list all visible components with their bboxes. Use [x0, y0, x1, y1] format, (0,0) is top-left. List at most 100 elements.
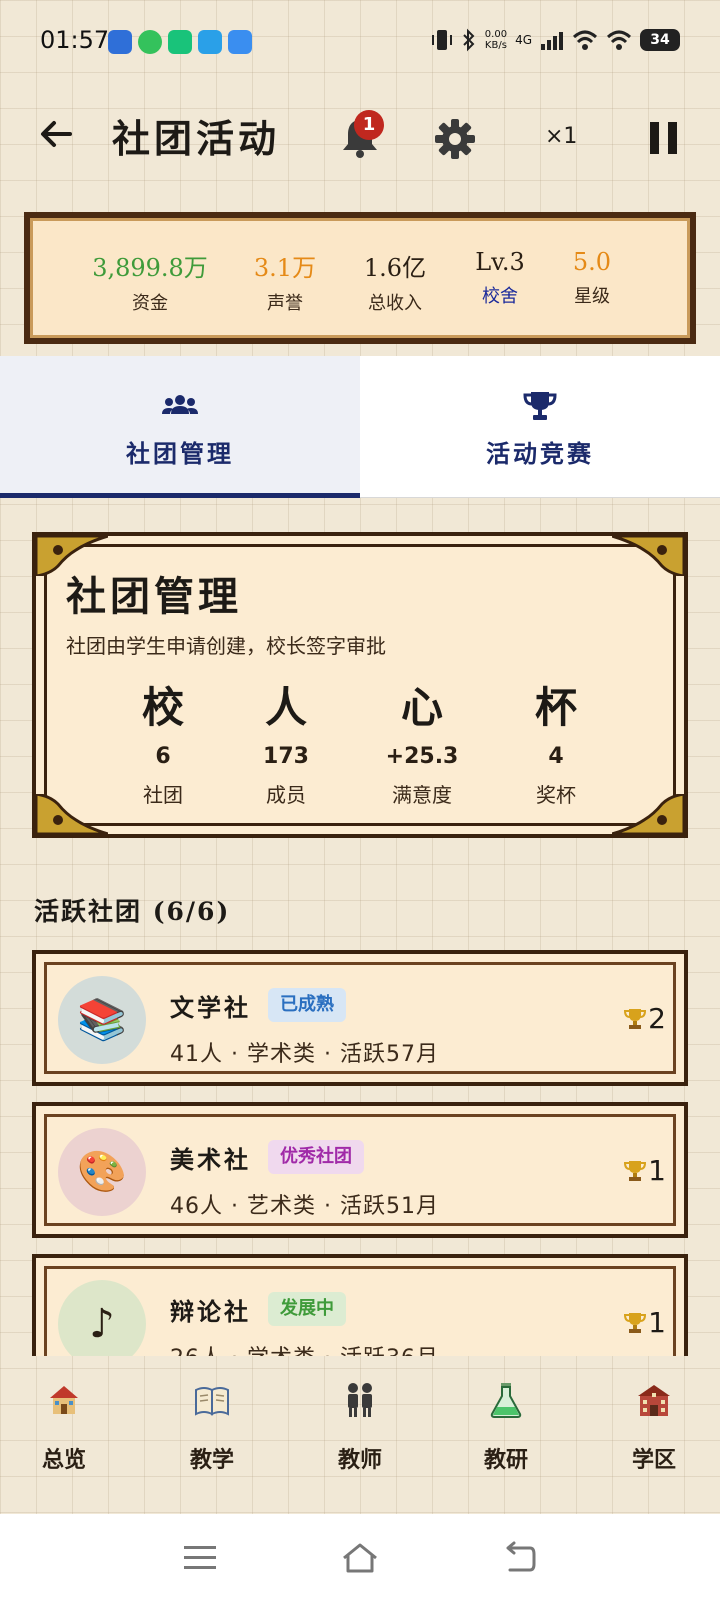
nav-label: 教师	[337, 1448, 382, 1473]
club-status-badge: 优秀社团	[268, 1140, 364, 1174]
app-notification-icon	[138, 30, 162, 54]
stat-value: +25.3	[385, 744, 459, 769]
nav-item-research[interactable]: 教研	[446, 1380, 566, 1474]
flask-icon	[490, 1383, 522, 1418]
nav-label: 总览	[41, 1448, 86, 1473]
home-icon[interactable]	[340, 1540, 380, 1576]
club-status-badge: 已成熟	[268, 988, 346, 1022]
stat-glyph: 校	[141, 683, 184, 732]
gear-icon[interactable]	[434, 118, 476, 160]
club-trophies: 1	[624, 1154, 666, 1187]
app-notification-icon	[168, 30, 192, 54]
club-trophies: 1	[624, 1306, 666, 1339]
users-icon	[162, 395, 198, 414]
tab-activity-contest[interactable]: 活动竞赛	[360, 356, 720, 498]
stat-label: 总收入	[368, 293, 422, 314]
stat-value: 5.0	[572, 248, 612, 276]
ornament-corner-icon	[612, 794, 684, 834]
battery-indicator: 34	[640, 29, 680, 51]
club-card[interactable]: 📚 文学社 已成熟 41人 · 学术类 · 活跃57月 2	[32, 950, 688, 1086]
nav-label: 学区	[631, 1448, 676, 1473]
status-time: 01:57	[40, 26, 110, 54]
open-book-icon	[195, 1387, 229, 1416]
club-list[interactable]: 📚 文学社 已成熟 41人 · 学术类 · 活跃57月 2 🎨 美术社 优秀社团…	[0, 944, 720, 1356]
overview-stat-members: 人 173 成员	[231, 680, 341, 808]
stat-2: 1.6亿总收入	[335, 248, 455, 315]
trophy-icon	[624, 1312, 647, 1333]
trophy-icon	[624, 1160, 647, 1181]
club-meta: 41人 · 学术类 · 活跃57月	[170, 1042, 439, 1067]
stat-value: 1.6亿	[363, 254, 427, 282]
trophy-icon	[624, 1008, 647, 1029]
stat-4: 5.0 星级	[532, 248, 652, 308]
stat-label: 星级	[574, 286, 610, 307]
stat-1: 3.1万声誉	[225, 248, 345, 315]
nav-item-teaching[interactable]: 教学	[152, 1380, 272, 1474]
club-card[interactable]: ♪ 辩论社 发展中 26人 · 学术类 · 活跃36月 1	[32, 1254, 688, 1356]
back-nav-icon[interactable]	[500, 1540, 540, 1576]
menu-icon[interactable]	[180, 1540, 220, 1576]
overview-stat-clubs: 校 6 社团	[108, 680, 218, 808]
stat-label: 成员	[266, 783, 306, 807]
tab-label: 活动竞赛	[486, 439, 594, 468]
wifi-icon	[606, 30, 632, 50]
ornament-corner-icon	[612, 536, 684, 576]
books-icon: 📚	[58, 976, 146, 1064]
stat-label: 社团	[143, 783, 183, 807]
stat-value: 173	[263, 744, 309, 769]
stat-value: 3,899.8万	[92, 254, 208, 282]
app-notification-icon	[228, 30, 252, 54]
stat-0: 3,899.8万 资金	[90, 248, 210, 315]
speed-toggle-button[interactable]: ×1	[545, 124, 577, 149]
stat-glyph: 杯	[534, 683, 577, 732]
trophy-count: 1	[648, 1306, 666, 1339]
nav-label: 教研	[483, 1448, 528, 1473]
club-card[interactable]: 🎨 美术社 优秀社团 46人 · 艺术类 · 活跃51月 1	[32, 1102, 688, 1238]
palette-icon: 🎨	[58, 1128, 146, 1216]
bluetooth-icon	[463, 28, 475, 52]
stat-label: 声誉	[267, 293, 303, 314]
app-notification-icon	[108, 30, 132, 54]
club-trophies: 2	[624, 1002, 666, 1035]
trophy-count: 2	[648, 1002, 666, 1035]
status-icons: 0.00 KB/s 4G 34	[431, 28, 680, 52]
ornament-corner-icon	[36, 794, 108, 834]
overview-stat-trophies: 杯 4 奖杯	[501, 680, 611, 808]
overview-stat-satisfaction: 心 +25.3 满意度	[367, 680, 477, 808]
stat-label: 满意度	[392, 783, 452, 807]
trophy-icon	[523, 392, 557, 420]
tab-club-management[interactable]: 社团管理	[0, 356, 360, 498]
nav-label: 教学	[189, 1448, 234, 1473]
signal-icon	[541, 32, 563, 50]
stat-value: 4	[548, 744, 564, 769]
page-title: 社团活动	[112, 116, 281, 161]
vibrate-icon	[431, 30, 452, 50]
club-status-badge: 发展中	[268, 1292, 346, 1326]
nav-item-overview[interactable]: 总览	[4, 1380, 124, 1474]
net-speed: 0.00 KB/s	[484, 29, 508, 51]
app-notification-icon	[198, 30, 222, 54]
trophy-count: 1	[648, 1154, 666, 1187]
club-meta: 46人 · 艺术类 · 活跃51月	[170, 1194, 439, 1219]
club-name: 文学社	[170, 993, 251, 1022]
status-bar: 01:57 0.00 KB/s 4G 34	[0, 0, 720, 86]
nav-item-teachers[interactable]: 教师	[300, 1380, 420, 1474]
stat-glyph: 人	[264, 683, 307, 732]
stat-glyph: 心	[400, 683, 443, 732]
house-icon	[50, 1386, 78, 1414]
stat-value: 6	[155, 744, 171, 769]
wifi-icon	[572, 30, 598, 50]
tab-label: 社团管理	[126, 439, 234, 468]
back-button[interactable]	[34, 112, 78, 156]
school-icon	[638, 1385, 670, 1416]
overview-subtitle: 社团由学生申请创建，校长签字审批	[66, 634, 386, 658]
notification-badge: 1	[354, 110, 384, 140]
overview-title: 社团管理	[66, 573, 242, 620]
club-name: 辩论社	[170, 1297, 251, 1326]
music-note-icon: ♪	[58, 1280, 146, 1356]
club-name: 美术社	[170, 1145, 251, 1174]
nav-item-district[interactable]: 学区	[594, 1380, 714, 1474]
pause-button[interactable]	[650, 122, 678, 154]
stat-value: 3.1万	[253, 254, 317, 282]
active-clubs-title: 活跃社团 (6/6)	[34, 897, 231, 926]
